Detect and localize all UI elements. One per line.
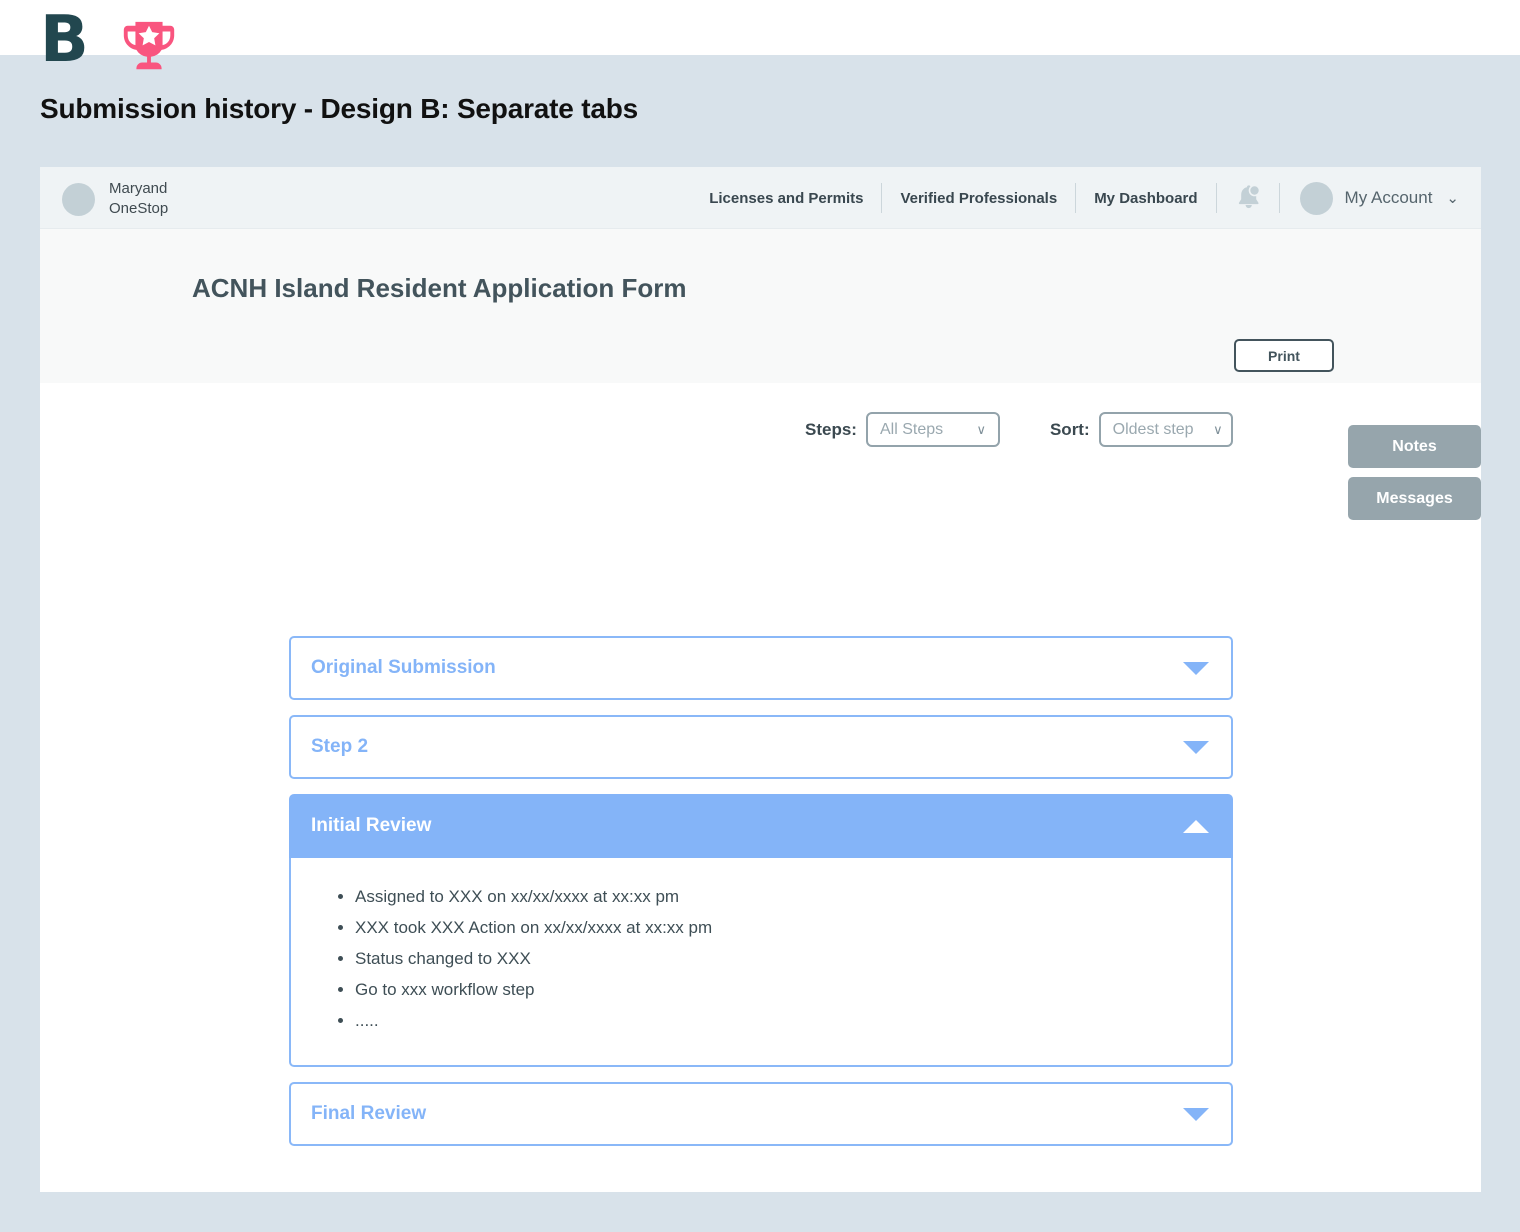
steps-filter-select[interactable]: All Steps ∨ bbox=[865, 412, 1000, 447]
messages-button[interactable]: Messages bbox=[1348, 477, 1481, 520]
page-title: ACNH Island Resident Application Form bbox=[192, 273, 687, 303]
list-item: Assigned to XXX on xx/xx/xxxx at xx:xx p… bbox=[355, 884, 1231, 910]
account-label: My Account bbox=[1344, 188, 1433, 207]
history-event-list: Assigned to XXX on xx/xx/xxxx at xx:xx p… bbox=[291, 884, 1231, 1034]
sort-filter-label: Sort: bbox=[1049, 419, 1090, 439]
steps-filter-value: All Steps bbox=[879, 420, 944, 438]
logo-letter-b: B bbox=[40, 3, 89, 77]
slide-title: Submission history - Design B: Separate … bbox=[40, 93, 638, 124]
accordion-title: Original Submission bbox=[311, 657, 496, 678]
chevron-up-icon bbox=[1183, 819, 1209, 833]
accordion-title: Final Review bbox=[311, 1103, 427, 1124]
nav-link-verified-professionals[interactable]: Verified Professionals bbox=[882, 190, 1075, 207]
accordion-final-review: Final Review bbox=[289, 1082, 1233, 1146]
accordion-header[interactable]: Final Review bbox=[289, 1082, 1233, 1146]
list-item: XXX took XXX Action on xx/xx/xxxx at xx:… bbox=[355, 915, 1231, 941]
nav-links: Licenses and Permits Verified Profession… bbox=[691, 167, 1463, 229]
print-button[interactable]: Print bbox=[1234, 339, 1334, 372]
chevron-down-icon: ⌄ bbox=[1446, 190, 1459, 207]
accordion-header[interactable]: Step 2 bbox=[289, 715, 1233, 779]
notes-button[interactable]: Notes bbox=[1348, 425, 1481, 468]
filter-controls: Steps: All Steps ∨ Sort: Oldest step ∨ bbox=[805, 412, 1233, 447]
steps-filter-label: Steps: bbox=[805, 419, 857, 439]
brand-name: Maryand OneStop bbox=[109, 180, 169, 217]
list-item: Status changed to XXX bbox=[355, 946, 1231, 972]
list-item: ..... bbox=[355, 1008, 1231, 1034]
accordion-title: Step 2 bbox=[311, 736, 369, 757]
trophy-icon bbox=[123, 21, 175, 70]
brand-logo-avatar bbox=[62, 182, 95, 216]
nav-link-my-dashboard[interactable]: My Dashboard bbox=[1076, 190, 1215, 207]
notification-bell-icon bbox=[1238, 184, 1260, 209]
accordion-header[interactable]: Initial Review bbox=[289, 794, 1233, 858]
accordion-step-2: Step 2 bbox=[289, 715, 1233, 779]
accordion-body: Assigned to XXX on xx/xx/xxxx at xx:xx p… bbox=[289, 858, 1233, 1067]
avatar bbox=[1299, 181, 1333, 215]
sort-filter-select[interactable]: Oldest step ∨ bbox=[1098, 412, 1233, 447]
content-area: Steps: All Steps ∨ Sort: Oldest step ∨ N… bbox=[40, 383, 1481, 1192]
brand[interactable]: Maryand OneStop bbox=[62, 179, 168, 219]
app-top-nav: Maryand OneStop Licenses and Permits Ver… bbox=[40, 167, 1481, 229]
side-panel-buttons: Notes Messages bbox=[1348, 425, 1481, 520]
chevron-down-icon bbox=[1183, 740, 1209, 754]
list-item: Go to xxx workflow step bbox=[355, 977, 1231, 1003]
account-menu[interactable]: My Account ⌄ bbox=[1280, 181, 1463, 215]
chevron-down-icon: ∨ bbox=[976, 421, 986, 437]
accordion-title: Initial Review bbox=[311, 815, 432, 836]
chevron-down-icon bbox=[1183, 1107, 1209, 1121]
app-canvas: Maryand OneStop Licenses and Permits Ver… bbox=[40, 167, 1481, 1192]
page-title-band: ACNH Island Resident Application Form Pr… bbox=[40, 229, 1481, 443]
accordion-initial-review: Initial Review Assigned to XXX on xx/xx/… bbox=[289, 794, 1233, 1067]
notifications-button[interactable] bbox=[1217, 184, 1279, 212]
chevron-down-icon bbox=[1183, 661, 1209, 675]
submission-history-accordion-list: Original Submission Step 2 Initial Revie… bbox=[289, 636, 1233, 1161]
nav-link-licenses-and-permits[interactable]: Licenses and Permits bbox=[691, 190, 881, 207]
slide-header: B Submission history - Design B: Separat… bbox=[0, 0, 1520, 150]
accordion-header[interactable]: Original Submission bbox=[289, 636, 1233, 700]
accordion-original-submission: Original Submission bbox=[289, 636, 1233, 700]
sort-filter-value: Oldest step bbox=[1112, 420, 1194, 438]
chevron-down-icon: ∨ bbox=[1213, 421, 1223, 437]
